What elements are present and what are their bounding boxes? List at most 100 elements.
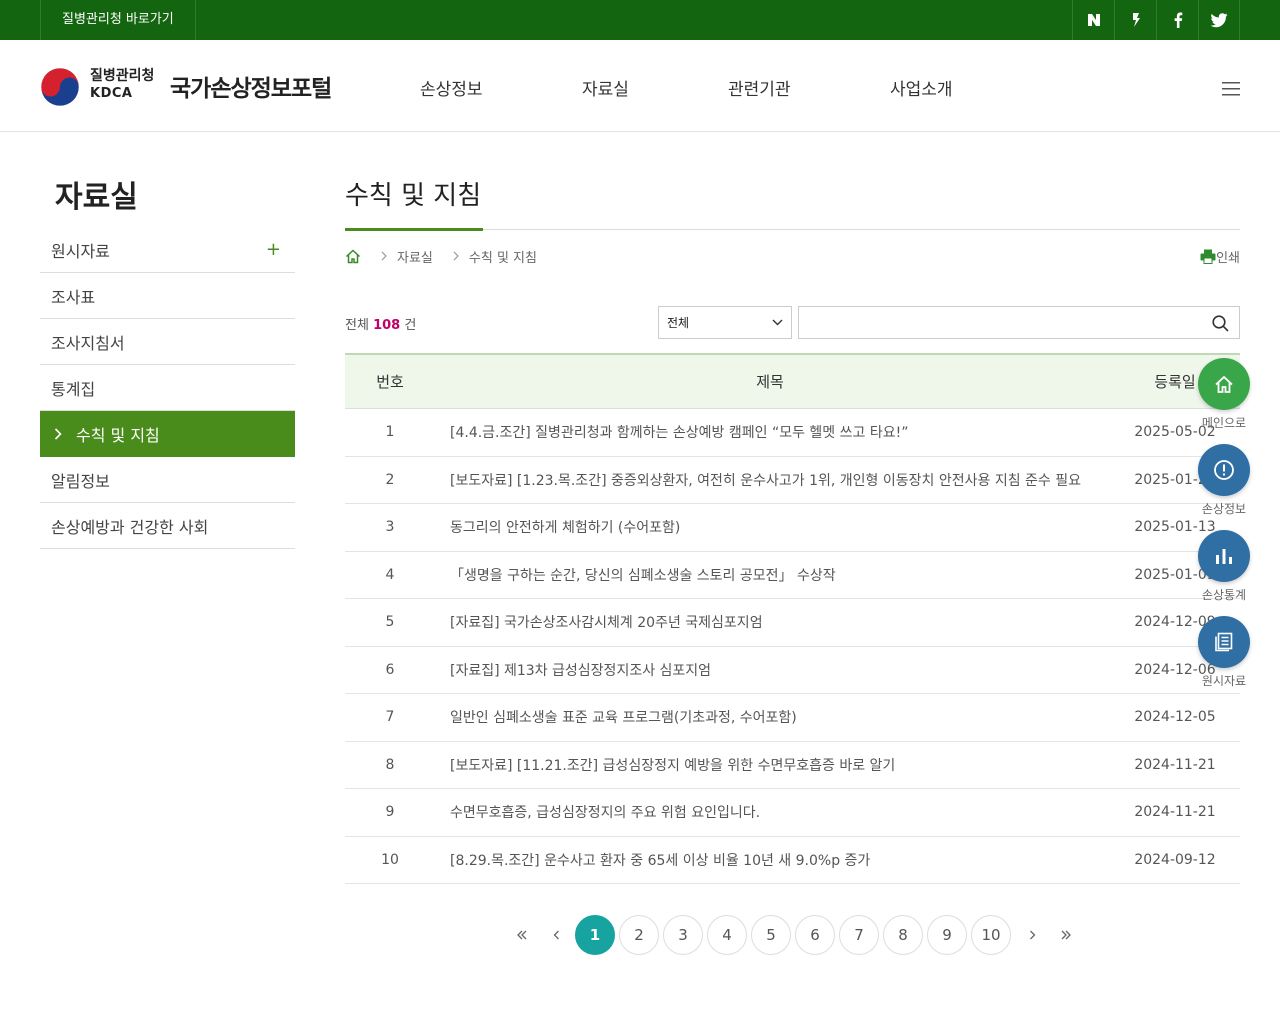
page-number[interactable]: 5: [751, 915, 791, 955]
next-page-icon[interactable]: [1015, 915, 1049, 955]
pagination: 1 2 3 4 5 6 7 8 9 10: [505, 915, 1083, 955]
kdca-logo-icon[interactable]: [40, 67, 80, 107]
first-page-icon[interactable]: [505, 915, 539, 955]
page-number[interactable]: 4: [707, 915, 747, 955]
quick-menu: 메인으로 손상정보 손상통계 원시자료: [1197, 358, 1251, 702]
page-number[interactable]: 9: [927, 915, 967, 955]
nav-about[interactable]: 사업소개: [890, 75, 953, 100]
table-header: 번호 제목 등록일: [345, 355, 1240, 409]
search-category-select[interactable]: 전체: [658, 306, 792, 339]
page-number[interactable]: 7: [839, 915, 879, 955]
print-button[interactable]: 인쇄: [1200, 247, 1240, 266]
hamburger-menu-icon[interactable]: [1222, 82, 1240, 96]
nav-injury-info[interactable]: 손상정보: [420, 75, 483, 100]
table-row[interactable]: 3 동그리의 안전하게 체험하기 (수어포함) 2025-01-13: [345, 504, 1240, 552]
page-number[interactable]: 8: [883, 915, 923, 955]
row-number: 2: [385, 471, 395, 488]
table-row[interactable]: 8 [보도자료] [11.21.조간] 급성심장정지 예방을 위한 수면무호흡증 …: [345, 742, 1240, 789]
row-title-link[interactable]: 「생명을 구하는 순간, 당신의 심폐소생술 스토리 공모전」 수상작: [435, 565, 1110, 585]
page-number[interactable]: 6: [795, 915, 835, 955]
row-number: 3: [385, 519, 395, 536]
site-header: 질병관리청 KDCA 국가손상정보포털 손상정보 자료실 관련기관 사업소개: [0, 40, 1280, 132]
breadcrumb-current[interactable]: 수칙 및 지침: [469, 247, 537, 266]
quick-circle: [1198, 358, 1250, 410]
board-table: 번호 제목 등록일 1 [4.4.금.조간] 질병관리청과 함께하는 손상예방 캠…: [345, 353, 1240, 884]
table-row[interactable]: 5 [자료집] 국가손상조사감시체계 20주년 국제심포지엄 2024-12-09: [345, 599, 1240, 647]
row-title-link[interactable]: [자료집] 제13차 급성심장정지조사 심포지엄: [435, 660, 1110, 680]
quick-label: 손상통계: [1201, 588, 1247, 602]
quick-raw-data-button[interactable]: 원시자료: [1197, 616, 1251, 702]
breadcrumb: 자료실 수칙 및 지침: [345, 246, 537, 266]
search-box: [798, 306, 1240, 339]
quick-main-button[interactable]: 메인으로: [1197, 358, 1251, 444]
row-number: 1: [385, 424, 395, 441]
table-row[interactable]: 9 수면무호흡증, 급성심장정지의 주요 위험 요인입니다. 2024-11-21: [345, 789, 1240, 837]
expand-plus-icon[interactable]: +: [266, 239, 281, 260]
search-icon[interactable]: [1212, 315, 1229, 332]
page-number[interactable]: 10: [971, 915, 1011, 955]
breadcrumb-archive[interactable]: 자료실: [397, 247, 433, 266]
top-utility-bar: 질병관리청 바로가기: [0, 0, 1280, 40]
print-label: 인쇄: [1216, 251, 1240, 266]
sidebar-menu: 원시자료 + 조사표 조사지침서 통계집 수칙 및 지침 알림정보 손상예방과 …: [40, 227, 295, 549]
sidebar-item-guidelines[interactable]: 수칙 및 지침: [40, 411, 295, 457]
page-number-current[interactable]: 1: [575, 915, 615, 955]
last-page-icon[interactable]: [1049, 915, 1083, 955]
org-abbr: KDCA: [90, 86, 133, 101]
sidebar-title: 자료실: [55, 180, 138, 215]
sidebar-item-notices[interactable]: 알림정보: [40, 457, 295, 503]
naver-blog-icon[interactable]: [1072, 0, 1114, 40]
facebook-icon[interactable]: [1156, 0, 1198, 40]
sidebar-item-survey-guide[interactable]: 조사지침서: [40, 319, 295, 365]
sidebar-item-label: 조사지침서: [51, 333, 125, 353]
row-number: 4: [385, 566, 395, 583]
row-number: 5: [385, 614, 395, 631]
row-title-link[interactable]: [4.4.금.조간] 질병관리청과 함께하는 손상예방 캠페인 “모두 헬멧 쓰…: [435, 422, 1110, 442]
table-row[interactable]: 7 일반인 심폐소생술 표준 교육 프로그램(기초과정, 수어포함) 2024-12…: [345, 694, 1240, 742]
page-number[interactable]: 2: [619, 915, 659, 955]
sidebar-item-survey-form[interactable]: 조사표: [40, 273, 295, 319]
bar-chart-icon: [1216, 549, 1232, 564]
row-title-link[interactable]: [자료집] 국가손상조사감시체계 20주년 국제심포지엄: [435, 612, 1110, 632]
quick-label: 손상정보: [1201, 502, 1247, 516]
total-number: 108: [373, 318, 401, 333]
nav-archive[interactable]: 자료실: [582, 75, 629, 100]
search-input[interactable]: [799, 307, 1199, 338]
twitter-icon[interactable]: [1198, 0, 1240, 40]
sidebar-item-label: 원시자료: [51, 241, 110, 261]
select-value: 전체: [667, 316, 690, 330]
nav-related-orgs[interactable]: 관련기관: [728, 75, 791, 100]
row-title-link[interactable]: 수면무호흡증, 급성심장정지의 주요 위험 요인입니다.: [435, 802, 1110, 822]
prev-page-icon[interactable]: [539, 915, 573, 955]
breadcrumb-separator-icon: [453, 251, 459, 261]
row-title-link[interactable]: [보도자료] [1.23.목.조간] 중증외상환자, 여전히 운수사고가 1위,…: [435, 470, 1110, 490]
row-title-link[interactable]: [8.29.목.조간] 운수사고 환자 중 65세 이상 비율 10년 새 9.…: [435, 850, 1110, 870]
breadcrumb-separator-icon: [381, 251, 387, 261]
page-numbers: 1 2 3 4 5 6 7 8 9 10: [575, 915, 1015, 955]
kdca-shortcut-link[interactable]: 질병관리청 바로가기: [40, 0, 196, 40]
table-row[interactable]: 2 [보도자료] [1.23.목.조간] 중증외상환자, 여전히 운수사고가 1위…: [345, 457, 1240, 504]
quick-injury-info-button[interactable]: 손상정보: [1197, 444, 1251, 530]
quick-injury-stats-button[interactable]: 손상통계: [1197, 530, 1251, 616]
row-title-link[interactable]: 동그리의 안전하게 체험하기 (수어포함): [435, 517, 1110, 537]
table-row[interactable]: 4 「생명을 구하는 순간, 당신의 심폐소생술 스토리 공모전」 수상작 2025…: [345, 552, 1240, 599]
row-title-link[interactable]: [보도자료] [11.21.조간] 급성심장정지 예방을 위한 수면무호흡증 바…: [435, 755, 1110, 775]
sidebar-item-prevention[interactable]: 손상예방과 건강한 사회: [40, 503, 295, 549]
row-date: 2024-09-12: [1134, 851, 1216, 868]
row-number: 8: [385, 756, 395, 773]
page-number[interactable]: 3: [663, 915, 703, 955]
kakao-story-icon[interactable]: [1114, 0, 1156, 40]
table-row[interactable]: 6 [자료집] 제13차 급성심장정지조사 심포지엄 2024-12-06: [345, 647, 1240, 694]
total-suffix: 건: [404, 318, 417, 333]
row-date: 2024-11-21: [1134, 804, 1216, 821]
sidebar-item-raw-data[interactable]: 원시자료 +: [40, 227, 295, 273]
org-name[interactable]: 질병관리청 KDCA: [90, 68, 154, 102]
row-title-link[interactable]: 일반인 심폐소생술 표준 교육 프로그램(기초과정, 수어포함): [435, 707, 1110, 727]
table-row[interactable]: 10 [8.29.목.조간] 운수사고 환자 중 65세 이상 비율 10년 새 …: [345, 837, 1240, 884]
table-row[interactable]: 1 [4.4.금.조간] 질병관리청과 함께하는 손상예방 캠페인 “모두 헬멧 …: [345, 409, 1240, 457]
total-count: 전체 108 건: [345, 314, 416, 333]
site-title[interactable]: 국가손상정보포털: [170, 69, 332, 103]
sidebar-item-statistics[interactable]: 통계집: [40, 365, 295, 411]
chevron-right-icon: [54, 427, 62, 440]
home-icon[interactable]: [345, 248, 361, 264]
